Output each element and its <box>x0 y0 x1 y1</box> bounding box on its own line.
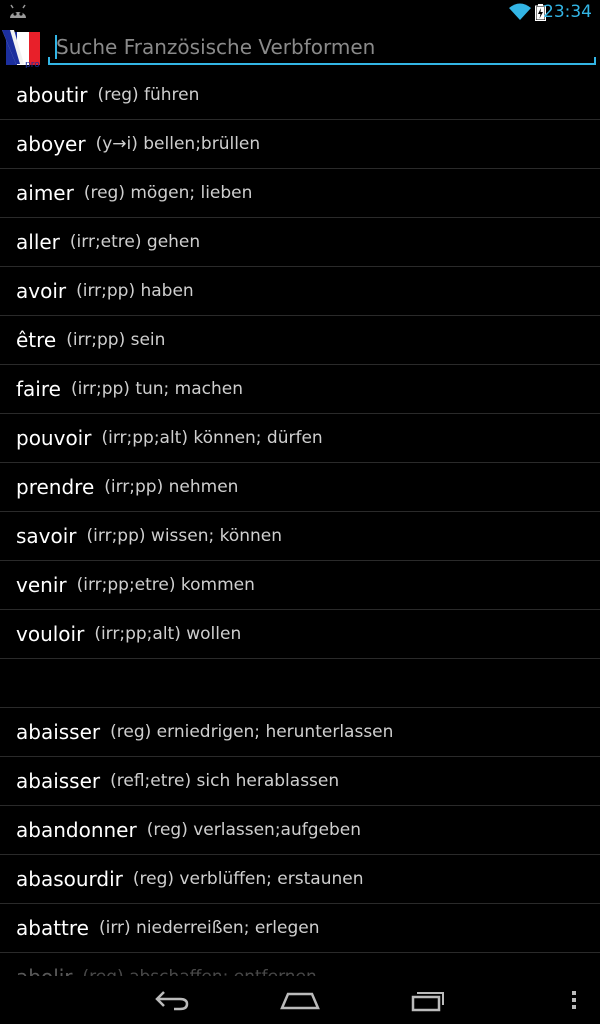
verb-info: (irr;pp) haben <box>76 281 194 301</box>
search-underline <box>48 63 596 65</box>
list-item[interactable]: abolir (reg) abschaffen; entfernen <box>0 953 600 976</box>
verb-info: (reg) mögen; lieben <box>83 183 253 203</box>
verb-info: (reg) abschaffen; entfernen <box>83 967 317 976</box>
verb-name: venir <box>16 573 67 597</box>
verb-name: abasourdir <box>16 867 123 891</box>
list-item[interactable]: aller (irr;etre) gehen <box>0 218 600 267</box>
verb-info: (irr;pp) sein <box>66 330 166 350</box>
text-cursor <box>55 35 57 59</box>
verb-name: aimer <box>16 181 74 205</box>
verb-info: (reg) erniedrigen; herunterlassen <box>110 722 394 742</box>
navigation-bar <box>0 976 600 1024</box>
verb-name: aller <box>16 230 60 254</box>
search-underline-right-tick <box>594 57 596 65</box>
logo-badge: pro <box>25 60 40 68</box>
verb-info: (irr) niederreißen; erlegen <box>98 918 320 938</box>
home-icon[interactable] <box>280 990 320 1010</box>
verb-info: (y→i) bellen;brüllen <box>95 134 261 154</box>
verb-name: abandonner <box>16 818 137 842</box>
overflow-menu-icon[interactable] <box>568 988 580 1012</box>
verb-name: savoir <box>16 524 77 548</box>
verb-name: abattre <box>16 916 89 940</box>
verb-info: (irr;pp) wissen; können <box>86 526 283 546</box>
list-item[interactable]: vouloir (irr;pp;alt) wollen <box>0 610 600 659</box>
app-logo-icon[interactable]: pro <box>2 28 42 68</box>
verb-info: (irr;etre) gehen <box>69 232 201 252</box>
verb-name: être <box>16 328 57 352</box>
verb-info: (irr;pp) tun; machen <box>70 379 244 399</box>
verb-info: (irr;pp;etre) kommen <box>76 575 255 595</box>
verb-info: (irr;pp) nehmen <box>104 477 239 497</box>
list-item[interactable]: abandonner (reg) verlassen;aufgeben <box>0 806 600 855</box>
verb-name: aboutir <box>16 83 88 107</box>
recent-apps-icon[interactable] <box>410 988 446 1012</box>
verb-name: avoir <box>16 279 67 303</box>
list-item[interactable]: abaisser (refl;etre) sich herablassen <box>0 757 600 806</box>
verb-name: vouloir <box>16 622 85 646</box>
verb-name: abaisser <box>16 769 101 793</box>
verb-name: prendre <box>16 475 95 499</box>
wifi-icon <box>509 3 531 20</box>
list-item[interactable]: abaisser (reg) erniedrigen; herunterlasse… <box>0 708 600 757</box>
list-item[interactable]: faire (irr;pp) tun; machen <box>0 365 600 414</box>
list-item[interactable]: abasourdir (reg) verblüffen; erstaunen <box>0 855 600 904</box>
verb-info: (reg) verblüffen; erstaunen <box>132 869 364 889</box>
verb-name: abaisser <box>16 720 101 744</box>
verb-name: abolir <box>16 965 73 976</box>
search-input[interactable] <box>50 29 596 65</box>
list-separator <box>0 659 600 708</box>
list-item[interactable]: abattre (irr) niederreißen; erlegen <box>0 904 600 953</box>
verb-info: (refl;etre) sich herablassen <box>110 771 340 791</box>
list-item[interactable]: aimer (reg) mögen; lieben <box>0 169 600 218</box>
back-icon[interactable] <box>154 988 190 1012</box>
list-item[interactable]: aboutir (reg) führen <box>0 71 600 120</box>
verb-list[interactable]: aboutir (reg) führen aboyer (y→i) bellen;b… <box>0 71 600 976</box>
verb-name: faire <box>16 377 61 401</box>
list-item[interactable]: savoir (irr;pp) wissen; können <box>0 512 600 561</box>
list-item[interactable]: aboyer (y→i) bellen;brüllen <box>0 120 600 169</box>
list-item[interactable]: être (irr;pp) sein <box>0 316 600 365</box>
search-bar: pro <box>0 25 600 71</box>
search-underline-left-tick <box>48 57 50 65</box>
verb-name: pouvoir <box>16 426 92 450</box>
android-icon <box>10 4 26 18</box>
list-item[interactable]: venir (irr;pp;etre) kommen <box>0 561 600 610</box>
status-bar: 23:34 <box>0 0 600 25</box>
list-item[interactable]: prendre (irr;pp) nehmen <box>0 463 600 512</box>
verb-info: (reg) verlassen;aufgeben <box>146 820 362 840</box>
verb-name: aboyer <box>16 132 86 156</box>
status-clock: 23:34 <box>543 2 592 22</box>
verb-info: (irr;pp;alt) wollen <box>94 624 242 644</box>
verb-info: (irr;pp;alt) können; dürfen <box>101 428 323 448</box>
list-item[interactable]: pouvoir (irr;pp;alt) können; dürfen <box>0 414 600 463</box>
list-item[interactable]: avoir (irr;pp) haben <box>0 267 600 316</box>
verb-info: (reg) führen <box>97 85 200 105</box>
